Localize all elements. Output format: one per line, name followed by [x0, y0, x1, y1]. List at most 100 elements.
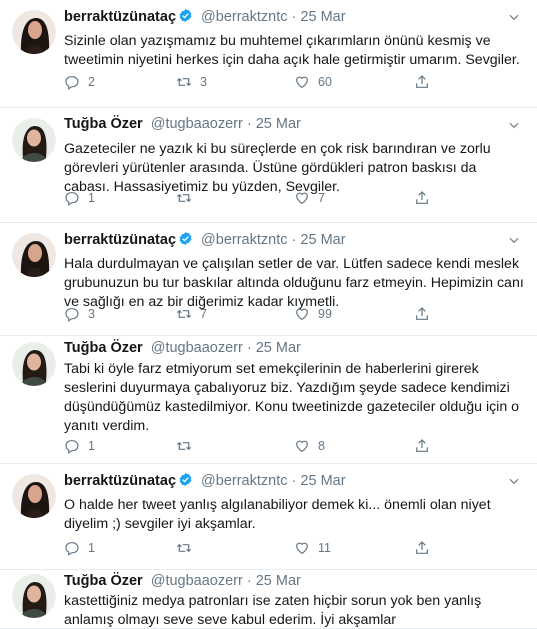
tweet[interactable]: berraktüzünataç @berraktzntc · 25 Mar Ha…	[0, 223, 537, 336]
retweet-icon	[176, 543, 192, 553]
reply-count: 1	[88, 541, 95, 555]
author-name[interactable]: Tuğba Özer	[64, 573, 143, 589]
tweet-date[interactable]: 25 Mar	[300, 232, 345, 248]
reply-button[interactable]: 1	[64, 538, 95, 558]
reply-icon	[65, 542, 79, 556]
like-button[interactable]: 11	[294, 538, 331, 558]
chevron-down-icon[interactable]	[507, 474, 521, 488]
author-handle[interactable]: @tugbaaozerr	[151, 573, 243, 589]
retweet-button[interactable]	[176, 538, 200, 558]
share-icon	[416, 191, 428, 204]
heart-icon	[296, 440, 308, 453]
heart-icon	[296, 308, 308, 321]
author-name[interactable]: berraktüzünataç	[64, 9, 176, 25]
reply-count: 1	[88, 191, 95, 205]
reply-button[interactable]: 1	[64, 436, 95, 456]
share-icon	[416, 541, 428, 554]
retweet-count: 7	[200, 307, 207, 321]
like-button[interactable]: 7	[294, 188, 325, 208]
tweet-header: Tuğba Özer @tugbaaozerr · 25 Mar	[64, 116, 527, 136]
tweet-date[interactable]: 25 Mar	[256, 340, 301, 356]
share-button[interactable]	[414, 304, 438, 324]
tweet-header: berraktüzünataç @berraktzntc · 25 Mar	[64, 231, 527, 251]
reply-icon	[65, 192, 79, 206]
reply-count: 1	[88, 439, 95, 453]
tweet-date[interactable]: 25 Mar	[256, 573, 301, 589]
reply-button[interactable]: 2	[64, 72, 95, 92]
separator: ·	[246, 573, 252, 589]
verified-badge-icon	[179, 231, 192, 246]
share-button[interactable]	[414, 188, 438, 208]
like-button[interactable]: 8	[294, 436, 325, 456]
author-name[interactable]: berraktüzünataç	[64, 473, 176, 489]
author-handle[interactable]: @tugbaaozerr	[151, 340, 243, 356]
like-count: 8	[318, 439, 325, 453]
tweet-text: Sizinle olan yazışmamız bu muhtemel çıka…	[64, 33, 520, 68]
chevron-down-icon[interactable]	[507, 118, 521, 132]
tweet-header: Tuğba Özer @tugbaaozerr · 25 Mar	[64, 573, 527, 593]
tweet-actions: 1 7	[64, 188, 484, 208]
like-count: 7	[318, 191, 325, 205]
author-handle[interactable]: @berraktzntc	[201, 473, 287, 489]
verified-badge-icon	[179, 8, 192, 23]
tweet-actions: 2 3 60	[64, 72, 484, 92]
share-icon	[416, 307, 428, 320]
chevron-down-icon[interactable]	[507, 233, 521, 247]
share-button[interactable]	[414, 538, 438, 558]
author-name[interactable]: berraktüzünataç	[64, 232, 176, 248]
tweet[interactable]: Tuğba Özer @tugbaaozerr · 25 Mar Gazetec…	[0, 108, 537, 223]
verified-badge-icon	[179, 472, 192, 487]
tweet[interactable]: Tuğba Özer @tugbaaozerr · 25 Mar kastett…	[0, 570, 537, 629]
avatar[interactable]	[12, 10, 56, 54]
avatar[interactable]	[12, 474, 56, 518]
share-icon	[416, 439, 428, 452]
separator: ·	[291, 232, 297, 248]
like-button[interactable]: 99	[294, 304, 332, 324]
reply-count: 3	[88, 307, 95, 321]
retweet-icon	[176, 309, 192, 319]
tweet-actions: 1 11	[64, 538, 484, 558]
retweet-button[interactable]: 3	[176, 72, 207, 92]
reply-count: 2	[88, 75, 95, 89]
tweet-date[interactable]: 25 Mar	[300, 9, 345, 25]
share-icon	[416, 75, 428, 88]
retweet-button[interactable]	[176, 188, 200, 208]
heart-icon	[296, 542, 308, 555]
author-handle[interactable]: @berraktzntc	[201, 232, 287, 248]
tweet[interactable]: berraktüzünataç @berraktzntc · 25 Mar Si…	[0, 0, 537, 108]
tweet-date[interactable]: 25 Mar	[300, 473, 345, 489]
reply-button[interactable]: 3	[64, 304, 95, 324]
avatar[interactable]	[12, 574, 56, 618]
tweet-actions: 1 8	[64, 436, 484, 456]
retweet-icon	[176, 77, 192, 87]
retweet-button[interactable]: 7	[176, 304, 207, 324]
separator: ·	[291, 9, 297, 25]
like-button[interactable]: 60	[294, 72, 332, 92]
tweet-text: kastettiğiniz medya patronları ise zaten…	[64, 593, 482, 628]
tweet-date[interactable]: 25 Mar	[256, 116, 301, 132]
avatar[interactable]	[12, 233, 56, 277]
tweet-actions: 3 7 99	[64, 304, 484, 324]
share-button[interactable]	[414, 72, 438, 92]
heart-icon	[296, 192, 308, 205]
author-handle[interactable]: @tugbaaozerr	[151, 116, 243, 132]
tweet[interactable]: berraktüzünataç @berraktzntc · 25 Mar O …	[0, 464, 537, 570]
author-name[interactable]: Tuğba Özer	[64, 340, 143, 356]
heart-icon	[296, 76, 308, 89]
tweet[interactable]: Tuğba Özer @tugbaaozerr · 25 Mar Tabi ki…	[0, 336, 537, 464]
tweet-text: Tabi ki öyle farz etmiyorum set emekçile…	[64, 361, 520, 434]
tweet-text: O halde her tweet yanlış algılanabiliyor…	[64, 497, 491, 532]
avatar[interactable]	[12, 342, 56, 386]
separator: ·	[291, 473, 297, 489]
reply-icon	[65, 76, 79, 90]
avatar[interactable]	[12, 118, 56, 162]
retweet-count: 3	[200, 75, 207, 89]
author-handle[interactable]: @berraktzntc	[201, 9, 287, 25]
chevron-down-icon[interactable]	[507, 10, 521, 24]
separator: ·	[246, 116, 252, 132]
author-name[interactable]: Tuğba Özer	[64, 116, 143, 132]
reply-icon	[65, 440, 79, 454]
reply-button[interactable]: 1	[64, 188, 95, 208]
share-button[interactable]	[414, 436, 438, 456]
retweet-button[interactable]	[176, 436, 200, 456]
